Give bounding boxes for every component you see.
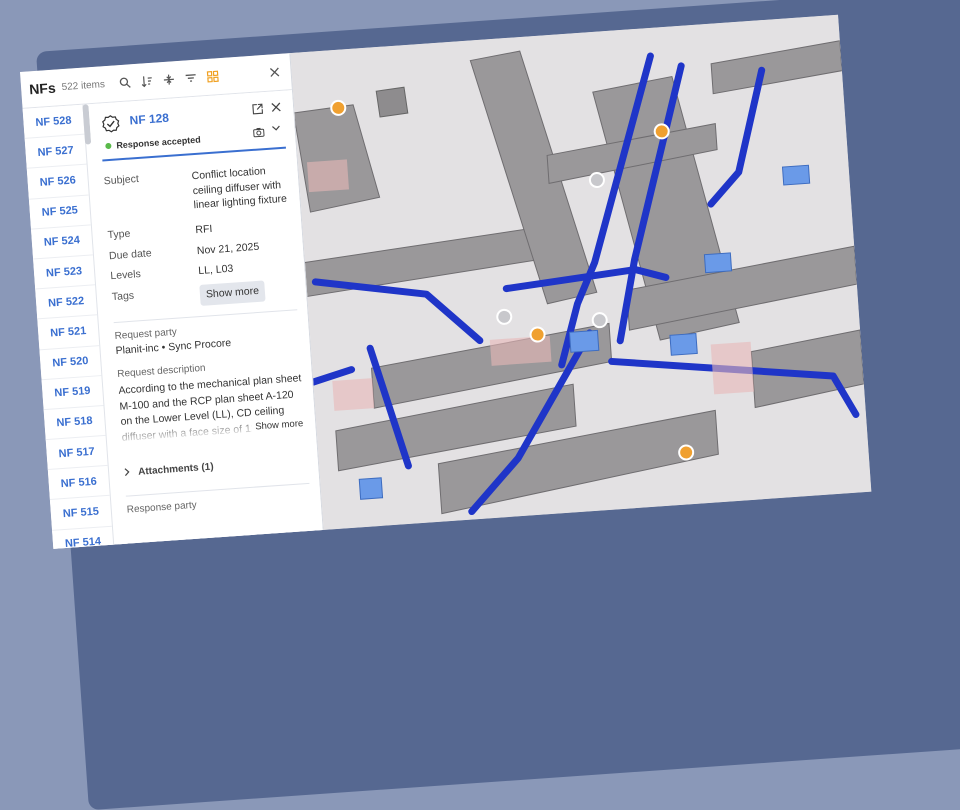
detail-header: NF 128 Response accepted — [98, 90, 286, 162]
item-count: 522 items — [61, 78, 106, 93]
status-text: Response accepted — [116, 134, 202, 151]
grid-icon[interactable] — [204, 68, 221, 85]
list-item[interactable]: NF 525 — [28, 195, 91, 230]
type-value: RFI — [195, 223, 213, 237]
list-item[interactable]: NF 522 — [35, 285, 98, 320]
air-handler — [358, 477, 384, 500]
chevron-down-icon[interactable] — [271, 123, 281, 134]
search-icon[interactable] — [116, 74, 133, 91]
subject-label: Subject — [103, 172, 140, 188]
close-icon[interactable] — [271, 100, 282, 116]
status-badge: Response accepted — [105, 135, 201, 152]
due-label: Due date — [108, 247, 152, 262]
nf-panel: NFs 522 items NF 528 NF 527 NF 526 NF 52… — [20, 53, 325, 549]
due-value: Nov 21, 2025 — [196, 240, 260, 257]
external-link-icon[interactable] — [252, 101, 264, 120]
equipment-box — [375, 86, 409, 118]
list-item[interactable]: NF 521 — [37, 315, 100, 350]
air-handler — [669, 332, 698, 356]
list-item[interactable]: NF 519 — [41, 375, 104, 411]
camera-icon[interactable] — [252, 124, 265, 143]
list-item[interactable]: NF 516 — [47, 466, 110, 501]
list-item[interactable]: NF 527 — [24, 134, 87, 170]
subject-value: Conflict location ceiling diffuser with … — [191, 165, 288, 212]
collapse-icon[interactable] — [160, 71, 177, 88]
list-item[interactable]: NF 515 — [49, 496, 112, 531]
list-item[interactable]: NF 517 — [45, 435, 108, 471]
levels-value: LL, L03 — [197, 263, 234, 278]
clash-zone — [306, 159, 349, 193]
nf-logo-icon — [101, 114, 120, 133]
pipe-blue — [311, 278, 484, 345]
list-item[interactable]: NF 523 — [33, 255, 96, 290]
type-label: Type — [107, 227, 131, 242]
subject-row: Subject Conflict location ceiling diffus… — [103, 163, 290, 220]
air-handler — [781, 164, 811, 186]
duct-gray — [292, 104, 381, 213]
close-icon[interactable] — [266, 64, 283, 81]
bim-model[interactable] — [289, 15, 871, 530]
list-item[interactable]: NF 518 — [43, 405, 106, 441]
list-item[interactable]: NF 520 — [39, 345, 102, 380]
response-party-label: Response party — [126, 499, 198, 516]
app-screen: NFs 522 items NF 528 NF 527 NF 526 NF 52… — [20, 14, 872, 549]
air-handler — [703, 252, 733, 274]
tags-label: Tags — [111, 289, 135, 304]
detail-title: NF 128 — [129, 110, 170, 128]
duct-gray — [710, 40, 843, 95]
nf-detail: NF 128 Response accepted Subject Conflic… — [88, 90, 324, 549]
levels-label: Levels — [110, 268, 142, 283]
list-item[interactable]: NF 526 — [26, 164, 89, 200]
clash-zone — [710, 341, 755, 395]
clash-zone — [332, 378, 375, 411]
sort-icon[interactable] — [138, 73, 155, 90]
request-description: According to the mechanical plan sheet M… — [118, 371, 306, 446]
chevron-right-icon — [124, 467, 131, 479]
filter-icon[interactable] — [182, 70, 199, 87]
list-item[interactable]: NF 528 — [22, 104, 85, 140]
list-item[interactable]: NF 524 — [31, 225, 93, 260]
model-viewport[interactable] — [289, 14, 872, 531]
attachments-label: Attachments (1) — [137, 461, 215, 479]
tags-row: Tags Show more — [112, 278, 297, 311]
panel-title: NFs — [28, 79, 57, 98]
air-handler — [568, 329, 600, 353]
attachments-toggle[interactable]: Attachments (1) — [124, 455, 308, 480]
tags-show-more-button[interactable]: Show more — [199, 280, 266, 306]
status-dot — [105, 142, 112, 150]
